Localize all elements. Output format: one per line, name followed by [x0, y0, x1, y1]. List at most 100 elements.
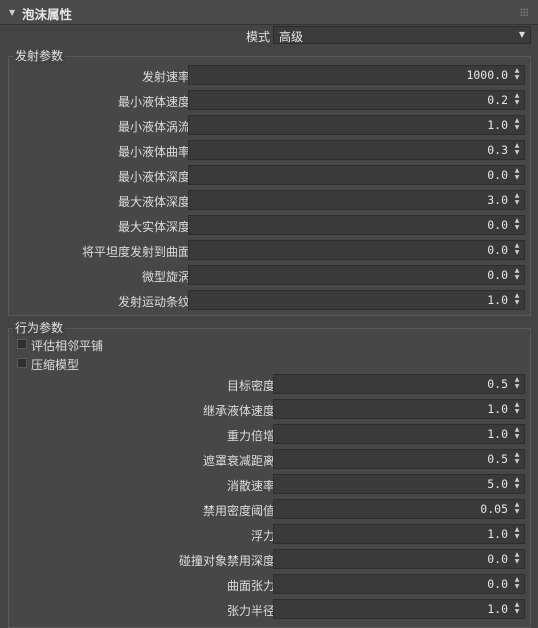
- emission-param-value[interactable]: 0.0: [487, 243, 508, 257]
- spinner-arrows-icon[interactable]: ▲ ▼: [513, 426, 521, 442]
- emission-param-label: 最小液体速度:: [117, 95, 194, 109]
- checkbox-label: 压缩模型: [31, 358, 80, 372]
- behavior-param-value[interactable]: 0.05: [480, 502, 508, 516]
- spinner-arrows-icon[interactable]: ▲ ▼: [513, 192, 521, 208]
- spinner-arrows-icon[interactable]: ▲ ▼: [513, 551, 521, 567]
- emission-param-value[interactable]: 0.0: [487, 218, 508, 232]
- behavior-param-row: 碰撞对象禁用深度: 0.0 ▲ ▼: [9, 548, 530, 570]
- checkbox[interactable]: [17, 358, 27, 368]
- emission-param-value[interactable]: 0.3: [487, 143, 508, 157]
- emission-param-spinner[interactable]: 0.3 ▲ ▼: [188, 140, 525, 160]
- emission-param-label: 最小液体深度:: [117, 170, 194, 184]
- behavior-param-label: 张力半径:: [226, 604, 279, 618]
- spinner-arrows-icon[interactable]: ▲ ▼: [513, 526, 521, 542]
- emission-param-spinner[interactable]: 0.0 ▲ ▼: [188, 240, 525, 260]
- emission-param-spinner[interactable]: 0.0 ▲ ▼: [188, 215, 525, 235]
- behavior-param-row: 浮力: 1.0 ▲ ▼: [9, 523, 530, 545]
- behavior-param-spinner[interactable]: 1.0 ▲ ▼: [273, 524, 525, 544]
- spinner-arrows-icon[interactable]: ▲ ▼: [513, 476, 521, 492]
- collapse-arrow-icon[interactable]: ▼: [9, 8, 15, 17]
- behavior-param-spinner[interactable]: 0.05 ▲ ▼: [273, 499, 525, 519]
- emission-param-row: 最小液体涡流: 1.0 ▲ ▼: [9, 114, 530, 136]
- emission-params-group: 发射参数 发射速率: 1000.0 ▲ ▼ 最小液体速度: 0.2 ▲ ▼ 最小液体涡流: 1.0…: [8, 48, 531, 316]
- emission-param-value[interactable]: 1.0: [487, 118, 508, 132]
- behavior-param-row: 重力倍增: 1.0 ▲ ▼: [9, 423, 530, 445]
- behavior-param-value[interactable]: 5.0: [487, 477, 508, 491]
- behavior-group-title: 行为参数: [13, 320, 66, 336]
- emission-param-label: 发射速率:: [141, 70, 194, 84]
- emission-param-spinner[interactable]: 1000.0 ▲ ▼: [188, 65, 525, 85]
- spinner-arrows-icon[interactable]: ▲ ▼: [513, 376, 521, 392]
- emission-param-row: 最大实体深度: 0.0 ▲ ▼: [9, 214, 530, 236]
- spinner-arrows-icon[interactable]: ▲ ▼: [513, 67, 521, 83]
- spinner-arrows-icon[interactable]: ▲ ▼: [513, 242, 521, 258]
- drag-grip-icon[interactable]: [520, 8, 528, 16]
- checkbox-label: 评估相邻平铺: [31, 339, 104, 353]
- behavior-param-row: 消散速率: 5.0 ▲ ▼: [9, 473, 530, 495]
- emission-param-spinner[interactable]: 0.0 ▲ ▼: [188, 165, 525, 185]
- spinner-arrows-icon[interactable]: ▲ ▼: [513, 501, 521, 517]
- spinner-arrows-icon[interactable]: ▲ ▼: [513, 451, 521, 467]
- panel-header[interactable]: ▼ 泡沫属性: [0, 0, 538, 25]
- emission-param-spinner[interactable]: 0.2 ▲ ▼: [188, 90, 525, 110]
- emission-param-row: 最大液体深度: 3.0 ▲ ▼: [9, 189, 530, 211]
- emission-param-value[interactable]: 0.0: [487, 168, 508, 182]
- checkbox[interactable]: [17, 339, 27, 349]
- emission-param-value[interactable]: 0.2: [487, 93, 508, 107]
- emission-param-row: 最小液体深度: 0.0 ▲ ▼: [9, 164, 530, 186]
- mode-dropdown[interactable]: 高级 ▼: [273, 26, 531, 44]
- emission-param-value[interactable]: 1000.0: [466, 68, 508, 82]
- behavior-param-row: 继承液体速度: 1.0 ▲ ▼: [9, 398, 530, 420]
- behavior-param-spinner[interactable]: 5.0 ▲ ▼: [273, 474, 525, 494]
- behavior-param-value[interactable]: 1.0: [487, 527, 508, 541]
- spinner-arrows-icon[interactable]: ▲ ▼: [513, 217, 521, 233]
- emission-param-label: 将平坦度发射到曲面:: [81, 245, 194, 259]
- spinner-arrows-icon[interactable]: ▲ ▼: [513, 92, 521, 108]
- behavior-param-row: 遮罩衰减距离: 0.5 ▲ ▼: [9, 448, 530, 470]
- behavior-param-spinner[interactable]: 1.0 ▲ ▼: [273, 424, 525, 444]
- behavior-param-label: 碰撞对象禁用深度:: [178, 554, 279, 568]
- emission-param-spinner[interactable]: 3.0 ▲ ▼: [188, 190, 525, 210]
- spinner-arrows-icon[interactable]: ▲ ▼: [513, 167, 521, 183]
- behavior-param-value[interactable]: 0.5: [487, 452, 508, 466]
- spinner-arrows-icon[interactable]: ▲ ▼: [513, 601, 521, 617]
- behavior-param-spinner[interactable]: 1.0 ▲ ▼: [273, 399, 525, 419]
- spinner-arrows-icon[interactable]: ▲ ▼: [513, 267, 521, 283]
- emission-param-label: 最小液体曲率:: [117, 145, 194, 159]
- behavior-param-spinner[interactable]: 0.0 ▲ ▼: [273, 549, 525, 569]
- behavior-param-spinner[interactable]: 0.5 ▲ ▼: [273, 449, 525, 469]
- behavior-param-value[interactable]: 1.0: [487, 602, 508, 616]
- emission-param-spinner[interactable]: 0.0 ▲ ▼: [188, 265, 525, 285]
- behavior-param-row: 张力半径: 1.0 ▲ ▼: [9, 598, 530, 620]
- emission-param-row: 发射速率: 1000.0 ▲ ▼: [9, 64, 530, 86]
- emission-param-row: 最小液体速度: 0.2 ▲ ▼: [9, 89, 530, 111]
- spinner-arrows-icon[interactable]: ▲ ▼: [513, 142, 521, 158]
- mode-label: 模式: [246, 30, 271, 44]
- behavior-param-spinner[interactable]: 1.0 ▲ ▼: [273, 599, 525, 619]
- mode-row: 模式 高级 ▼: [0, 24, 538, 46]
- spinner-arrows-icon[interactable]: ▲ ▼: [513, 117, 521, 133]
- emission-param-value[interactable]: 0.0: [487, 268, 508, 282]
- emission-param-spinner[interactable]: 1.0 ▲ ▼: [188, 115, 525, 135]
- emission-param-label: 最小液体涡流:: [117, 120, 194, 134]
- behavior-param-value[interactable]: 0.0: [487, 577, 508, 591]
- emission-param-row: 最小液体曲率: 0.3 ▲ ▼: [9, 139, 530, 161]
- emission-param-value[interactable]: 1.0: [487, 293, 508, 307]
- behavior-param-row: 曲面张力: 0.0 ▲ ▼: [9, 573, 530, 595]
- behavior-param-value[interactable]: 1.0: [487, 402, 508, 416]
- spinner-arrows-icon[interactable]: ▲ ▼: [513, 401, 521, 417]
- behavior-param-spinner[interactable]: 0.5 ▲ ▼: [273, 374, 525, 394]
- spinner-arrows-icon[interactable]: ▲ ▼: [513, 576, 521, 592]
- spinner-arrows-icon[interactable]: ▲ ▼: [513, 292, 521, 308]
- behavior-param-spinner[interactable]: 0.0 ▲ ▼: [273, 574, 525, 594]
- emission-param-label: 最大实体深度:: [117, 220, 194, 234]
- behavior-param-label: 曲面张力:: [226, 579, 279, 593]
- behavior-param-value[interactable]: 1.0: [487, 427, 508, 441]
- behavior-param-value[interactable]: 0.5: [487, 377, 508, 391]
- emission-param-value[interactable]: 3.0: [487, 193, 508, 207]
- behavior-param-value[interactable]: 0.0: [487, 552, 508, 566]
- emission-param-label: 最大液体深度:: [117, 195, 194, 209]
- emission-param-spinner[interactable]: 1.0 ▲ ▼: [188, 290, 525, 310]
- behavior-param-row: 禁用密度阈值: 0.05 ▲ ▼: [9, 498, 530, 520]
- emission-param-row: 微型旋涡: 0.0 ▲ ▼: [9, 264, 530, 286]
